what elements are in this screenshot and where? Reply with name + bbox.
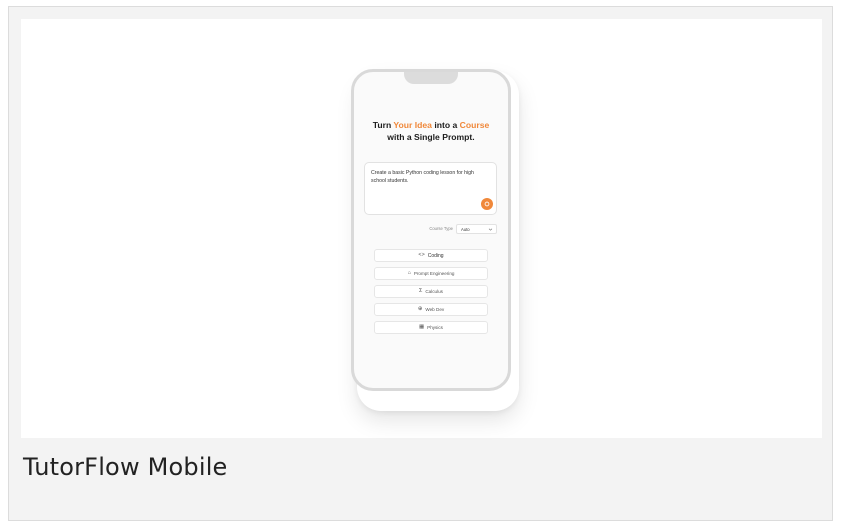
prompt-text: Create a basic Python coding lesson for … [371,170,474,184]
category-prompt-engineering-button[interactable]: ⌂ Prompt Engineering [374,267,488,280]
project-title[interactable]: TutorFlow Mobile [23,453,228,481]
prompt-input[interactable]: Create a basic Python coding lesson for … [364,162,497,215]
category-calculus-button[interactable]: Σ Calculus [374,285,488,298]
sigma-icon: Σ [419,287,423,294]
hero-heading: Turn Your Idea into a Course with a Sing… [354,119,508,143]
send-button[interactable] [481,198,493,210]
category-coding-button[interactable]: <> Coding [374,249,488,262]
preview-area: Turn Your Idea into a Course with a Sing… [21,19,822,438]
category-label: Calculus [425,289,443,294]
hero-text-prefix: Turn [372,120,394,130]
phone-mockup: Turn Your Idea into a Course with a Sing… [351,69,511,391]
phone-notch [404,72,458,84]
course-type-row: Course Type Auto [364,224,497,234]
hero-line-2: with a Single Prompt. [387,132,475,142]
course-type-select[interactable]: Auto [456,224,497,234]
project-card[interactable]: Turn Your Idea into a Course with a Sing… [8,6,833,521]
grid-icon: ▦ [419,323,425,330]
category-label: Coding [427,252,444,259]
send-icon [484,201,490,207]
category-label: Prompt Engineering [413,271,455,276]
hero-line-1: Turn Your Idea into a Course [354,119,508,131]
chevron-down-icon [488,228,493,231]
hero-text-mid: into a [431,120,460,130]
globe-icon: ⊕ [417,305,423,312]
category-physics-button[interactable]: ▦ Physics [374,321,488,334]
hero-accent-course: Course [459,120,490,130]
category-label: Web Dev [425,307,445,312]
course-type-value: Auto [461,227,470,232]
category-web-dev-button[interactable]: ⊕ Web Dev [374,303,488,316]
course-type-label: Course Type [429,226,453,231]
code-icon: <> [418,251,425,258]
category-label: Physics [427,325,443,330]
robot-icon: ⌂ [407,269,411,276]
hero-accent-idea: Your Idea [393,120,432,130]
